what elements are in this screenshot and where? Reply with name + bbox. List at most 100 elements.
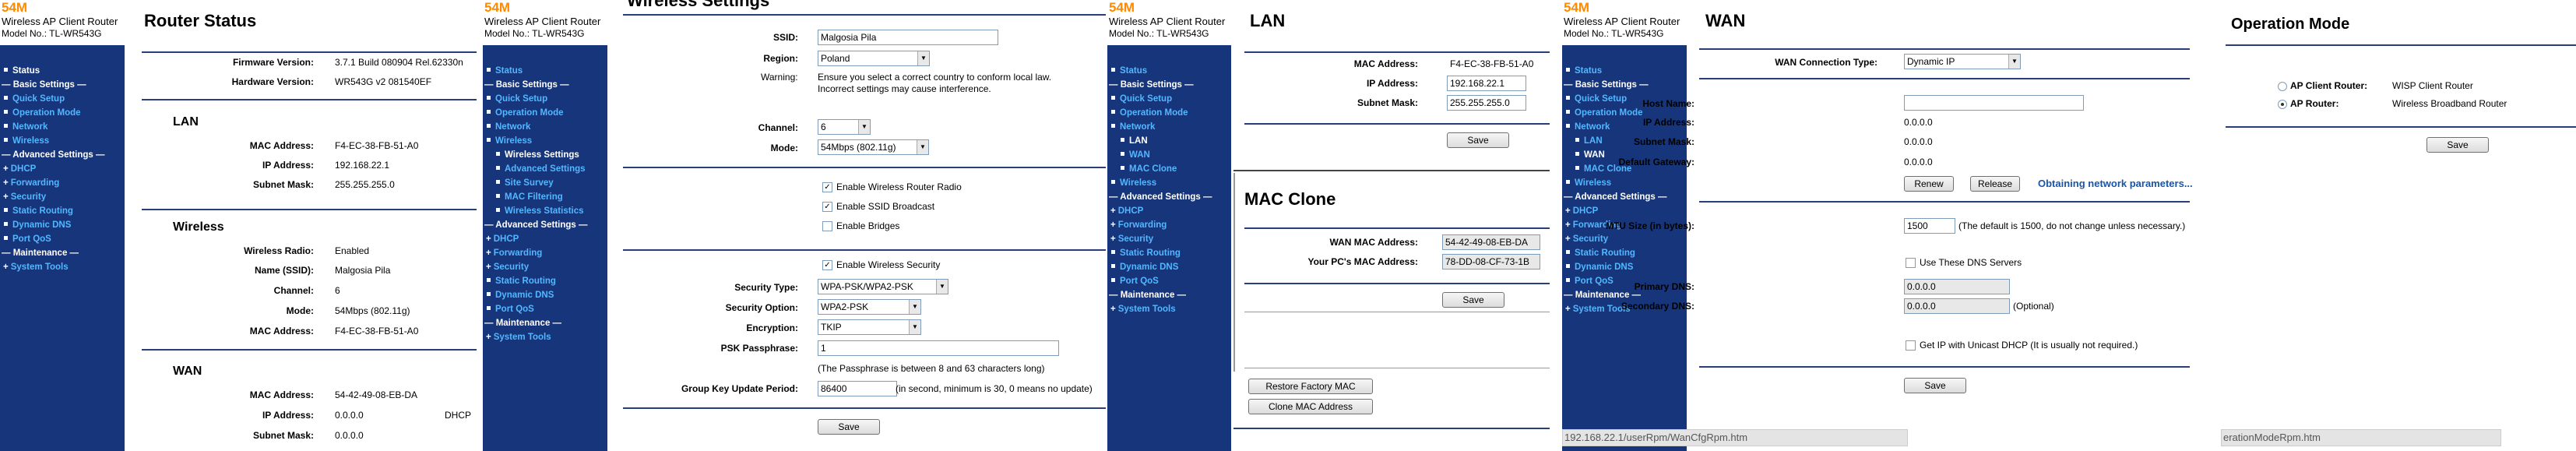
sidebar-item[interactable]: Quick Setup: [2, 92, 125, 106]
sidebar-item[interactable]: Status: [1109, 64, 1231, 78]
sidebar-item[interactable]: Static Routing: [484, 274, 607, 288]
sidebar-item[interactable]: Dynamic DNS: [1564, 260, 1687, 274]
sidebar-item[interactable]: Advanced Settings: [484, 162, 607, 176]
bridges-checkbox[interactable]: [822, 221, 832, 231]
sidebar-item[interactable]: Network: [1109, 120, 1231, 134]
sidebar-item[interactable]: + System Tools: [484, 330, 607, 344]
menu-section-header: — Maintenance —: [2, 246, 125, 260]
sidebar-item[interactable]: Wireless: [1109, 176, 1231, 190]
status-url: erationModeRpm.htm: [2223, 432, 2321, 443]
mode-select[interactable]: 54Mbps (802.11g) ▼: [818, 139, 929, 155]
lan-ip-input[interactable]: 192.168.22.1: [1447, 76, 1526, 91]
sidebar-item[interactable]: Site Survey: [484, 176, 607, 190]
sidebar-item[interactable]: Wireless: [1564, 176, 1687, 190]
sidebar-item[interactable]: Port QoS: [1109, 274, 1231, 288]
ssid-broadcast-checkbox[interactable]: ✓: [822, 202, 832, 212]
sidebar-item[interactable]: Dynamic DNS: [1109, 260, 1231, 274]
unicast-dhcp-checkbox[interactable]: [1906, 340, 1916, 351]
ap-client-router-radio[interactable]: [2278, 82, 2287, 91]
save-button[interactable]: Save: [1442, 292, 1504, 308]
sidebar-item-label: Static Routing: [1120, 248, 1181, 258]
group-key-label: Group Key Update Period:: [681, 383, 798, 394]
bullet-icon: [1566, 96, 1570, 100]
sidebar-item-label: Wireless: [495, 136, 533, 146]
wan-mac-input[interactable]: 54-42-49-08-EB-DA: [1442, 234, 1540, 250]
sidebar-item[interactable]: Operation Mode: [1109, 106, 1231, 120]
wl-radio-label: Wireless Radio:: [244, 245, 314, 256]
sidebar-item[interactable]: + System Tools: [2, 260, 125, 274]
clone-mac-button[interactable]: Clone MAC Address: [1248, 399, 1373, 414]
sidebar-item[interactable]: + DHCP: [2, 162, 125, 176]
sidebar-item[interactable]: Dynamic DNS: [2, 218, 125, 232]
lan-mac-value: F4-EC-38-FB-51-A0: [335, 140, 419, 151]
wan-ip-label: IP Address:: [262, 410, 314, 421]
release-button[interactable]: Release: [1970, 176, 2020, 192]
save-button[interactable]: Save: [818, 419, 880, 435]
sidebar-item[interactable]: WAN: [1109, 148, 1231, 162]
sidebar-item[interactable]: Network: [2, 120, 125, 134]
sidebar-item[interactable]: + DHCP: [1564, 204, 1687, 218]
sidebar-item[interactable]: Quick Setup: [484, 92, 607, 106]
sidebar-item[interactable]: Dynamic DNS: [484, 288, 607, 302]
renew-button[interactable]: Renew: [1904, 176, 1954, 192]
sidebar-item[interactable]: + Security: [1109, 232, 1231, 246]
sidebar-item[interactable]: MAC Clone: [1109, 162, 1231, 176]
sidebar-item[interactable]: + System Tools: [1109, 302, 1231, 316]
sidebar-item[interactable]: Wireless: [2, 134, 125, 148]
region-select[interactable]: Poland ▼: [818, 51, 930, 66]
radio-enable-checkbox[interactable]: ✓: [822, 182, 832, 192]
sidebar-item-label: — Maintenance —: [1564, 291, 1642, 300]
host-name-input[interactable]: [1904, 95, 2084, 111]
sidebar-item[interactable]: Port QoS: [2, 232, 125, 246]
sidebar-item[interactable]: Operation Mode: [484, 106, 607, 120]
mtu-input[interactable]: 1500: [1904, 218, 1955, 234]
sidebar-item[interactable]: Status: [2, 64, 125, 78]
security-type-select[interactable]: WPA-PSK/WPA2-PSK ▼: [818, 279, 948, 294]
psk-input[interactable]: 1: [818, 340, 1059, 356]
sidebar-item[interactable]: + DHCP: [484, 232, 607, 246]
channel-select[interactable]: 6 ▼: [818, 119, 871, 135]
sidebar-item[interactable]: MAC Filtering: [484, 190, 607, 204]
sidebar-item[interactable]: Status: [484, 64, 607, 78]
conn-type-select[interactable]: Dynamic IP ▼: [1904, 54, 2021, 69]
sidebar-item[interactable]: Static Routing: [2, 204, 125, 218]
sidebar-item[interactable]: + Forwarding: [1109, 218, 1231, 232]
secondary-dns-input[interactable]: 0.0.0.0: [1904, 298, 2010, 314]
menu-section-header: — Basic Settings —: [2, 78, 125, 92]
lan-mask-input[interactable]: 255.255.255.0: [1447, 95, 1526, 111]
sidebar-item[interactable]: Quick Setup: [1109, 92, 1231, 106]
warning-label: Warning:: [761, 72, 798, 83]
security-option-select[interactable]: WPA2-PSK ▼: [818, 299, 921, 315]
save-button[interactable]: Save: [2426, 137, 2489, 153]
sidebar-item[interactable]: Wireless Statistics: [484, 204, 607, 218]
sidebar-item[interactable]: + Security: [1564, 232, 1687, 246]
save-button[interactable]: Save: [1447, 132, 1509, 148]
encryption-select[interactable]: TKIP ▼: [818, 319, 921, 335]
sidebar-item[interactable]: + Forwarding: [2, 176, 125, 190]
sidebar-item[interactable]: Wireless: [484, 134, 607, 148]
save-button[interactable]: Save: [1904, 378, 1966, 393]
ap-router-radio[interactable]: [2278, 100, 2287, 109]
sidebar-item[interactable]: Network: [484, 120, 607, 134]
sidebar-item[interactable]: + Security: [484, 260, 607, 274]
sidebar-item[interactable]: Static Routing: [1109, 246, 1231, 260]
group-key-input[interactable]: 86400: [818, 381, 897, 396]
restore-factory-mac-button[interactable]: Restore Factory MAC: [1248, 379, 1373, 394]
ssid-input[interactable]: Malgosia Pila: [818, 30, 998, 45]
sidebar-item[interactable]: Status: [1564, 64, 1687, 78]
bullet-icon: [1566, 278, 1570, 283]
sidebar-item[interactable]: + DHCP: [1109, 204, 1231, 218]
sidebar-item[interactable]: Port QoS: [484, 302, 607, 316]
brand-speed: 54M: [1109, 0, 1135, 15]
sidebar-item[interactable]: LAN: [1109, 134, 1231, 148]
sidebar-item-label: Dynamic DNS: [12, 220, 72, 230]
sidebar-item[interactable]: Operation Mode: [2, 106, 125, 120]
sidebar-item[interactable]: Wireless Settings: [484, 148, 607, 162]
primary-dns-input[interactable]: 0.0.0.0: [1904, 279, 2010, 294]
sidebar-item[interactable]: + Forwarding: [484, 246, 607, 260]
sidebar-item[interactable]: Static Routing: [1564, 246, 1687, 260]
security-enable-checkbox[interactable]: ✓: [822, 260, 832, 270]
region-label: Region:: [763, 53, 798, 64]
sidebar-item[interactable]: + Security: [2, 190, 125, 204]
use-dns-checkbox[interactable]: [1906, 258, 1916, 268]
